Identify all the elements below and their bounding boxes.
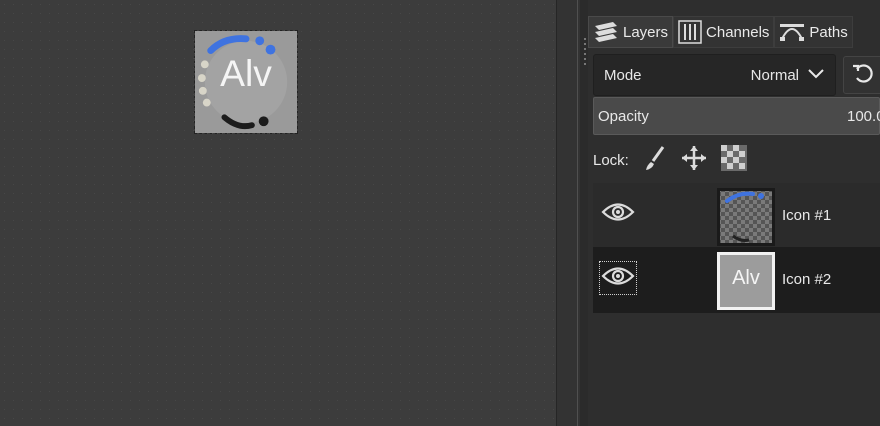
mode-value: Normal <box>750 66 799 84</box>
tab-layers-label: Layers <box>623 23 669 41</box>
opacity-label: Opacity <box>598 107 649 125</box>
mode-dropdown[interactable]: Mode Normal <box>593 54 836 96</box>
layer-thumbnail-text: Alv <box>732 267 760 289</box>
lock-alpha-icon[interactable] <box>720 145 747 175</box>
layer-thumbnail[interactable]: Alv <box>717 252 775 310</box>
chevron-down-icon <box>807 67 825 84</box>
mode-row: Mode Normal <box>593 54 880 96</box>
opacity-value: 100.0 <box>847 107 880 125</box>
tab-layers[interactable]: Layers <box>588 16 674 48</box>
tab-channels[interactable]: Channels <box>673 16 775 48</box>
layer-row[interactable]: Icon #1 <box>593 183 880 247</box>
layer-name[interactable]: Icon #1 <box>782 207 831 224</box>
image-canvas[interactable]: Alv <box>0 0 556 426</box>
canvas-image-layer[interactable]: Alv <box>194 30 298 134</box>
tab-channels-label: Channels <box>706 23 770 41</box>
tab-paths-label: Paths <box>809 23 848 41</box>
eye-icon <box>601 265 635 292</box>
reset-mode-button[interactable] <box>843 56 880 94</box>
canvas-image-text: Alv <box>220 52 272 94</box>
lock-row: Lock: <box>593 145 747 175</box>
layers-list: Icon #1 Alv Icon #2 <box>593 183 880 313</box>
layer-visibility-toggle[interactable] <box>598 260 638 296</box>
layers-icon <box>593 20 619 44</box>
dock-divider[interactable] <box>556 0 580 426</box>
layers-empty-area[interactable] <box>593 314 880 426</box>
tab-paths[interactable]: Paths <box>774 16 853 48</box>
layer-visibility-toggle[interactable] <box>598 196 638 232</box>
layer-row-selected[interactable]: Alv Icon #2 <box>593 247 880 313</box>
lock-label: Lock: <box>593 151 629 169</box>
layer-name[interactable]: Icon #2 <box>782 271 831 288</box>
mode-label: Mode <box>604 66 642 84</box>
dock-tab-bar: Layers Channels Paths <box>588 16 880 50</box>
eye-icon <box>601 201 635 228</box>
alv-logo-image: Alv <box>195 31 297 133</box>
lock-pixels-icon[interactable] <box>643 145 667 175</box>
opacity-slider[interactable]: Opacity 100.0 <box>593 97 880 135</box>
channels-icon <box>678 20 702 44</box>
paths-icon <box>779 21 805 43</box>
reset-icon <box>851 61 875 90</box>
layer-thumbnail[interactable] <box>717 188 775 246</box>
lock-position-icon[interactable] <box>681 145 707 175</box>
